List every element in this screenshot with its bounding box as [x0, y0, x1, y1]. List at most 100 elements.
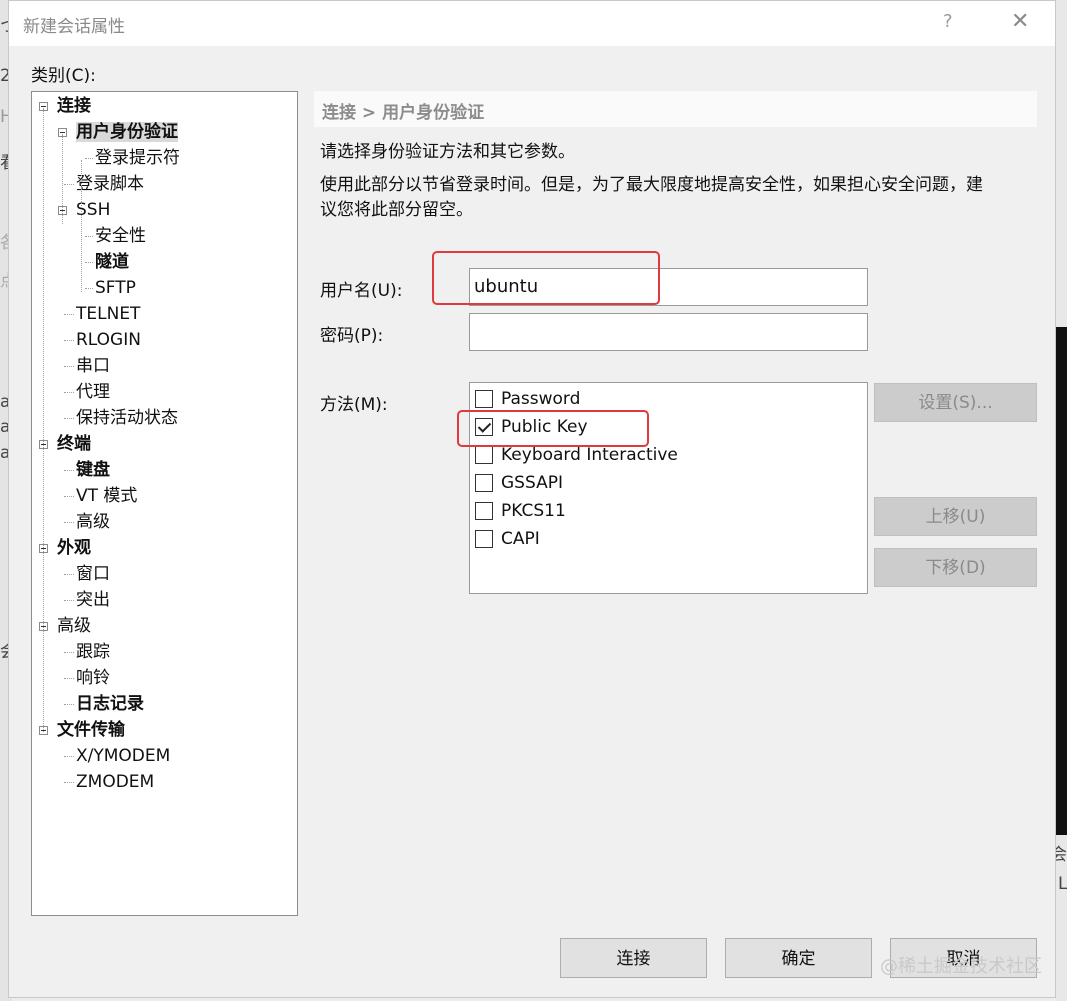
tree-item[interactable]: 代理 [76, 380, 110, 404]
tree-item-label: ZMODEM [76, 772, 155, 792]
tree-item-label: 连接 [57, 96, 91, 116]
tree-connector [64, 392, 74, 393]
tree-item-label: 键盘 [76, 460, 110, 480]
move-down-button[interactable]: 下移(D) [874, 548, 1037, 587]
tree-item-label: SFTP [95, 278, 136, 298]
tree-item[interactable]: 用户身份验证 [76, 120, 178, 144]
bg-fragment: L [1058, 874, 1067, 894]
checkbox-icon[interactable] [475, 446, 493, 464]
checkbox-icon[interactable] [475, 530, 493, 548]
tree-item[interactable]: 终端 [57, 432, 91, 456]
dialog-title: 新建会话属性 [23, 17, 125, 37]
tree-item[interactable]: TELNET [76, 302, 140, 326]
tree-item-label: 用户身份验证 [76, 122, 178, 142]
move-up-button[interactable]: 上移(U) [874, 497, 1037, 536]
tree-connector [64, 366, 74, 367]
tree-item-label: 高级 [76, 512, 110, 532]
tree-item[interactable]: 响铃 [76, 666, 110, 690]
tree-item[interactable]: RLOGIN [76, 328, 141, 352]
tree-item[interactable]: 突出 [76, 588, 110, 612]
tree-item[interactable]: 跟踪 [76, 640, 110, 664]
tree-item-label: 安全性 [95, 226, 146, 246]
tree-item-label: 窗口 [76, 564, 110, 584]
connect-button[interactable]: 连接 [560, 938, 707, 978]
watermark: @稀土掘金技术社区 [880, 956, 1042, 977]
tree-guide [43, 108, 44, 732]
breadcrumb-text: 连接 > 用户身份验证 [322, 103, 485, 123]
close-icon[interactable]: ✕ [1011, 9, 1029, 34]
tree-item-label: 登录提示符 [95, 148, 180, 168]
description-text-line2: 议您将此部分留空。 [320, 200, 473, 220]
checkbox-icon[interactable] [475, 474, 493, 492]
tree-item-label: 突出 [76, 590, 110, 610]
annotation-highlight-public-key [457, 410, 649, 447]
tree-item[interactable]: 保持活动状态 [76, 406, 178, 430]
password-field[interactable] [469, 313, 868, 351]
tree-item[interactable]: ZMODEM [76, 770, 154, 794]
tree-item-label: 文件传输 [57, 720, 125, 740]
checkbox-icon[interactable] [475, 390, 493, 408]
tree-connector [64, 418, 74, 419]
tree-item-label: 跟踪 [76, 642, 110, 662]
tree-item[interactable]: X/YMODEM [76, 744, 170, 768]
method-label: 方法(M): [320, 395, 388, 415]
tree-connector [64, 704, 74, 705]
tree-item[interactable]: VT 模式 [76, 484, 137, 508]
tree-connector [64, 756, 74, 757]
tree-item[interactable]: 键盘 [76, 458, 110, 482]
tree-connector [85, 158, 93, 159]
tree-item[interactable]: 安全性 [95, 224, 146, 248]
tree-connector [64, 600, 74, 601]
tree-item[interactable]: 高级 [76, 510, 110, 534]
tree-item-label: TELNET [76, 304, 141, 324]
tree-connector [64, 496, 74, 497]
checkbox-icon[interactable] [475, 502, 493, 520]
tree-connector [64, 340, 74, 341]
tree-connector [64, 782, 74, 783]
tree-item[interactable]: 登录脚本 [76, 172, 144, 196]
tree-item-label: 隧道 [95, 252, 129, 272]
tree-item[interactable]: 隧道 [95, 250, 129, 274]
tree-item[interactable]: 连接 [57, 94, 91, 118]
tree-connector [85, 236, 93, 237]
help-icon[interactable]: ? [943, 11, 953, 32]
tree-item-label: 响铃 [76, 668, 110, 688]
tree-item[interactable]: 外观 [57, 536, 91, 560]
method-label-text: Password [501, 389, 581, 409]
tree-connector [64, 314, 74, 315]
tree-item-label: X/YMODEM [76, 746, 171, 766]
tree-item[interactable]: 文件传输 [57, 718, 125, 742]
tree-connector [85, 262, 93, 263]
method-label-text: GSSAPI [501, 473, 563, 493]
tree-guide [62, 134, 63, 224]
tree-item-label: 代理 [76, 382, 110, 402]
session-properties-dialog: 新建会话属性 ? ✕ 类别(C): 连接 用户身份验证 登录提示符 登录脚本 SSH 安全… [8, 0, 1056, 998]
breadcrumb: 连接 > 用户身份验证 [314, 91, 1037, 127]
tree-connector [64, 574, 74, 575]
tree-item-label: 高级 [57, 616, 91, 636]
dialog-titlebar: 新建会话属性 ? ✕ [9, 1, 1055, 46]
description-text: 请选择身份验证方法和其它参数。 [320, 142, 575, 162]
category-label: 类别(C): [31, 66, 96, 86]
tree-item-label: 外观 [57, 538, 91, 558]
tree-item[interactable]: 窗口 [76, 562, 110, 586]
tree-connector [64, 522, 74, 523]
tree-connector [64, 470, 74, 471]
tree-connector [64, 678, 74, 679]
tree-item[interactable]: 登录提示符 [95, 146, 180, 170]
settings-button[interactable]: 设置(S)... [874, 383, 1037, 422]
tree-item[interactable]: 串口 [76, 354, 110, 378]
annotation-highlight-username [432, 251, 660, 305]
tree-item-label: VT 模式 [76, 486, 138, 506]
ok-button[interactable]: 确定 [725, 938, 872, 978]
password-label: 密码(P): [320, 326, 384, 346]
tree-item-label: 串口 [76, 356, 110, 376]
category-tree[interactable]: 连接 用户身份验证 登录提示符 登录脚本 SSH 安全性 隧道 SFTP TELNET RLOGI… [31, 91, 298, 916]
tree-item[interactable]: 高级 [57, 614, 91, 638]
tree-item-label: RLOGIN [76, 330, 141, 350]
tree-item[interactable]: SFTP [95, 276, 136, 300]
tree-item[interactable]: 日志记录 [76, 692, 144, 716]
tree-item-label: 保持活动状态 [76, 408, 178, 428]
tree-connector [85, 288, 93, 289]
tree-item-label: 终端 [57, 434, 91, 454]
